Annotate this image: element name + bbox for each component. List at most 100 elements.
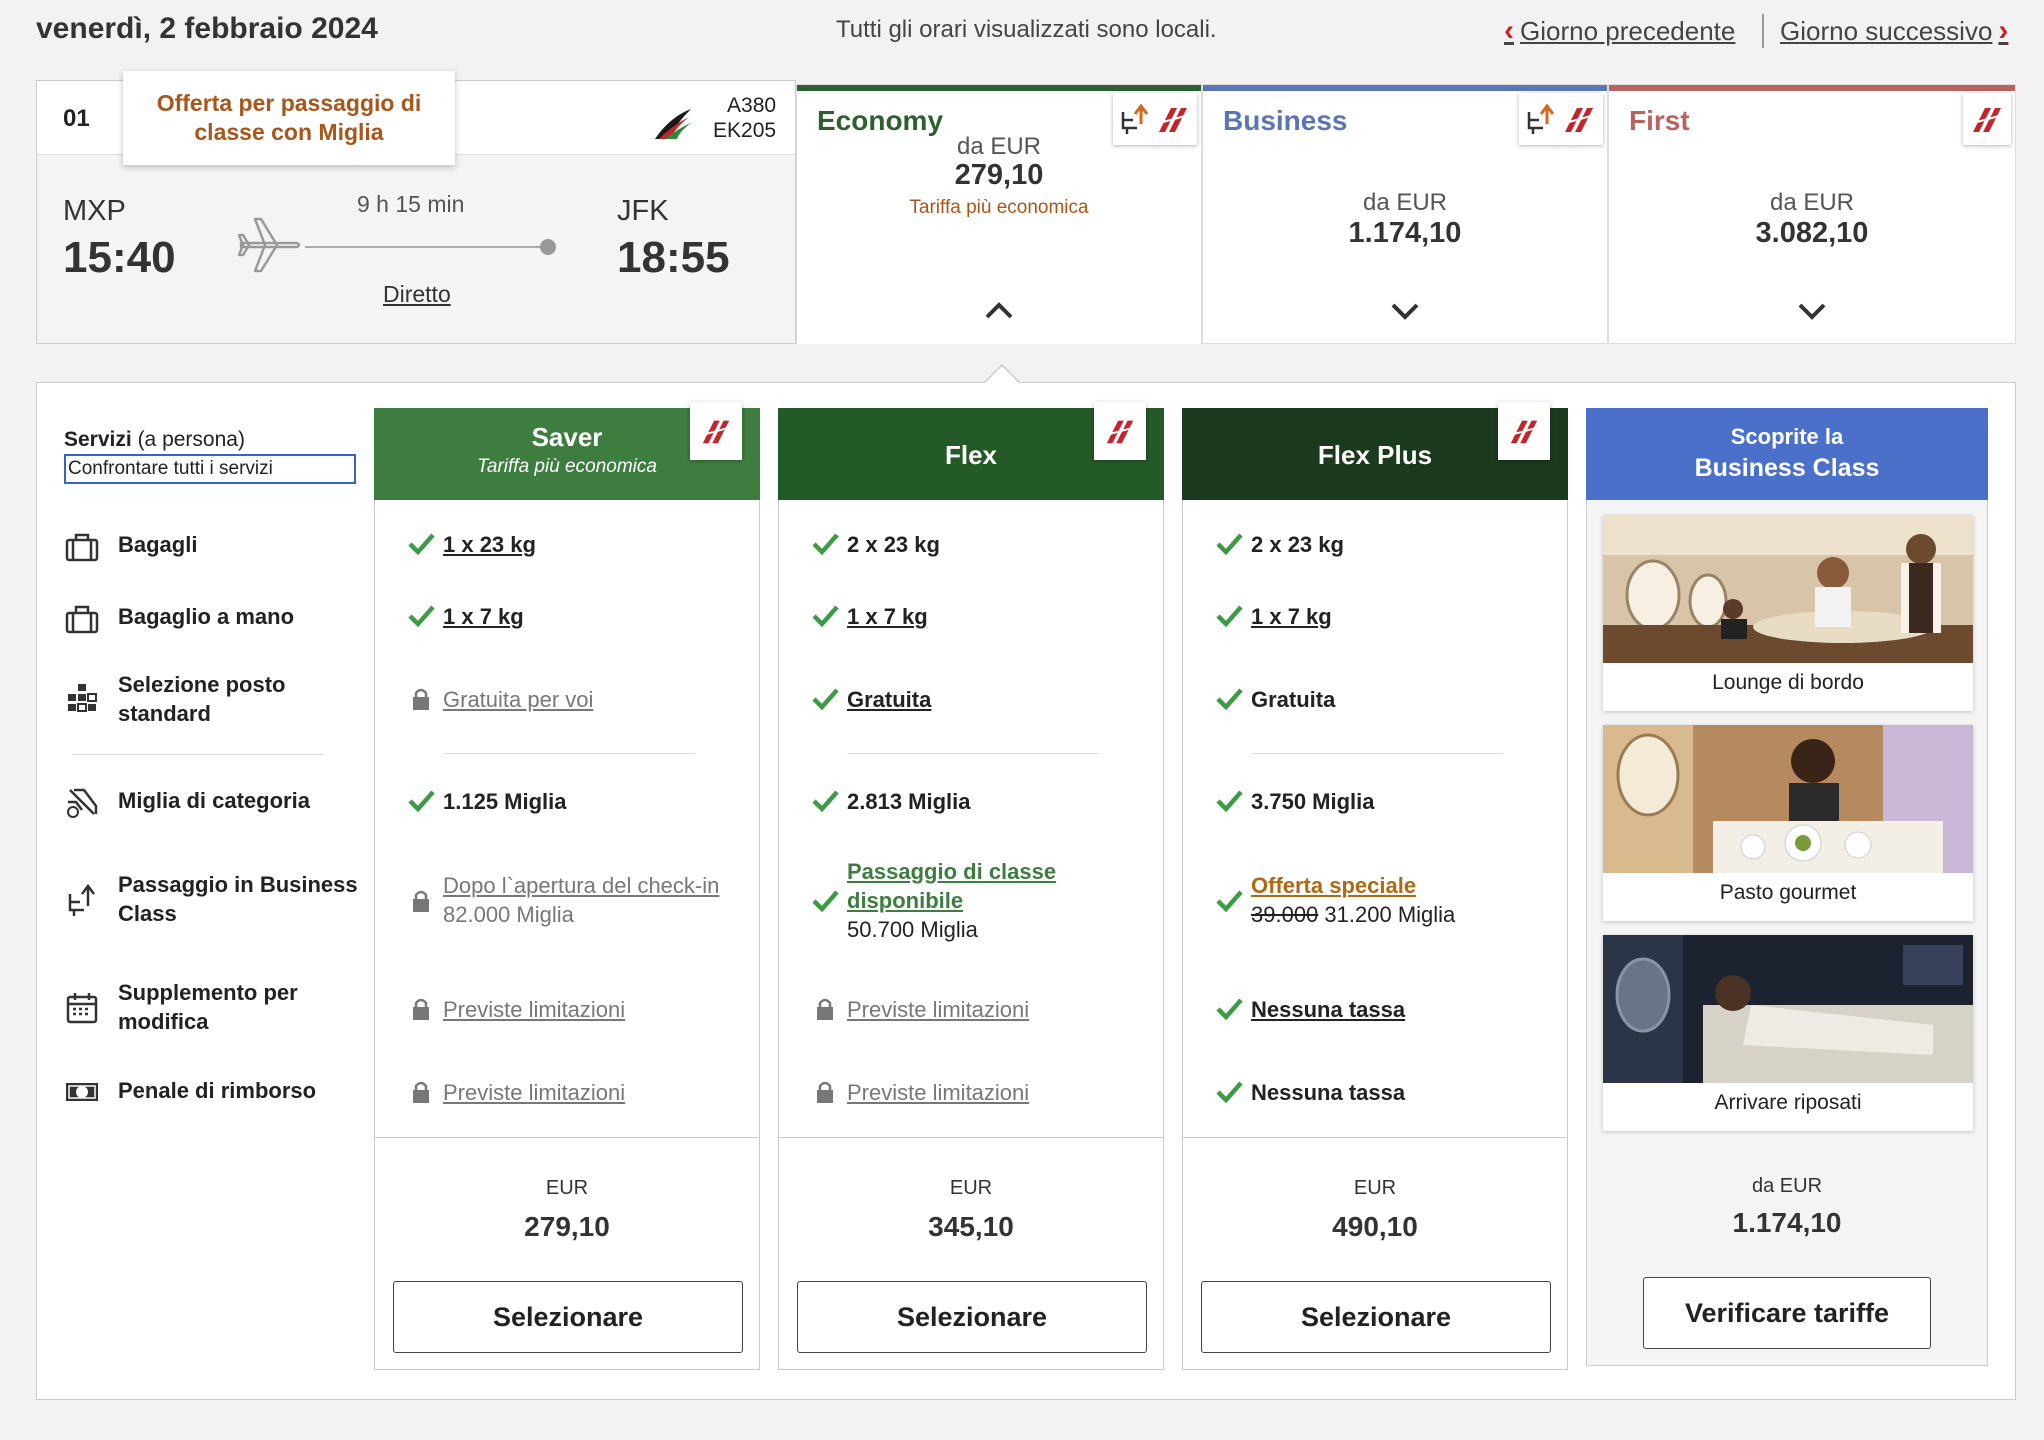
tab-first[interactable]: First da EUR 3.082,10 bbox=[1608, 84, 2016, 344]
miles-value: 1.125 Miglia bbox=[443, 789, 567, 814]
brand-wing-icon bbox=[1565, 108, 1593, 132]
fare-column-flex: Flex 2 x 23 kg 1 x 7 kg Gratuita 2.813 M… bbox=[778, 402, 1164, 1370]
calendar-icon bbox=[66, 993, 98, 1024]
refund-fee-value: Nessuna tassa bbox=[1251, 1080, 1406, 1105]
check-icon bbox=[1216, 890, 1243, 913]
seat-value-link[interactable]: Gratuita bbox=[847, 685, 1157, 714]
class-price: 3.082,10 bbox=[1755, 217, 1869, 249]
fare-currency: EUR bbox=[949, 1177, 993, 1199]
miles-value: 2.813 Miglia bbox=[847, 789, 971, 814]
service-seat-selection: Selezione posto standard bbox=[118, 672, 286, 726]
check-icon bbox=[812, 790, 839, 813]
flight-card: 01 A380 EK205 Offerta per passaggio di c… bbox=[36, 71, 796, 344]
service-refund-fee: Penale di rimborso bbox=[118, 1078, 317, 1103]
baggage-value: 2 x 23 kg bbox=[847, 532, 940, 557]
hand-baggage-value-link[interactable]: 1 x 7 kg bbox=[1251, 602, 1561, 631]
tab-economy[interactable]: Economy da EUR 279,10 Tariffa più econom… bbox=[796, 84, 1202, 344]
class-feature-icons bbox=[1519, 93, 1603, 145]
miles-value: 3.750 Miglia bbox=[1251, 789, 1375, 814]
promo-card-rest[interactable]: Arrivare riposati bbox=[1603, 935, 1973, 1131]
fare-cell-upgrade: Dopo l`apertura del check-in 82.000 Migl… bbox=[407, 871, 747, 931]
services-title-note: (a persona) bbox=[137, 428, 245, 451]
direct-flight-link[interactable]: Diretto bbox=[383, 281, 451, 308]
fare-footer-divider bbox=[375, 1137, 759, 1138]
brand-wing-icon bbox=[702, 420, 730, 444]
page-title: venerdì, 2 febbraio 2024 bbox=[36, 12, 378, 45]
departure-airport: MXP bbox=[63, 195, 126, 227]
compare-all-services-link[interactable]: Confrontare tutti i servizi bbox=[64, 454, 356, 484]
service-business-upgrade: Passaggio in Business Class bbox=[118, 872, 358, 926]
suitcase-icon bbox=[65, 533, 99, 562]
seat-grid-icon bbox=[68, 684, 97, 712]
brand-wing-icon bbox=[1510, 420, 1538, 444]
miles-plane-icon bbox=[67, 788, 98, 818]
check-icon bbox=[408, 790, 435, 813]
lock-icon bbox=[413, 890, 429, 912]
change-fee-link[interactable]: Previste limitazioni bbox=[443, 995, 753, 1024]
route-line bbox=[305, 246, 545, 248]
airplane-icon bbox=[237, 217, 301, 273]
hand-baggage-value-link[interactable]: 1 x 7 kg bbox=[847, 602, 1157, 631]
upgrade-miles: 31.200 Miglia bbox=[1324, 902, 1456, 927]
lock-icon bbox=[413, 688, 429, 710]
gourmet-meal-photo bbox=[1603, 725, 1973, 873]
check-icon bbox=[1216, 688, 1243, 711]
special-offer-link[interactable]: Offerta speciale bbox=[1251, 871, 1561, 900]
chevron-down-icon bbox=[1798, 303, 1826, 320]
nav-divider bbox=[1762, 14, 1764, 48]
resting-passenger-photo bbox=[1603, 935, 1973, 1083]
check-fares-button[interactable]: Verificare tariffe bbox=[1643, 1277, 1931, 1349]
promo-card-lounge[interactable]: Lounge di bordo bbox=[1603, 515, 1973, 711]
check-icon bbox=[812, 890, 839, 913]
arrival-airport: JFK bbox=[617, 195, 669, 227]
service-status-miles: Miglia di categoria bbox=[118, 788, 310, 813]
refund-fee-link[interactable]: Previste limitazioni bbox=[847, 1078, 1157, 1107]
change-fee-link[interactable]: Previste limitazioni bbox=[847, 995, 1157, 1024]
seat-value-link[interactable]: Gratuita per voi bbox=[443, 685, 753, 714]
next-day-label: Giorno successivo bbox=[1780, 15, 1993, 46]
next-day-link[interactable]: Giorno successivo › bbox=[1780, 14, 2008, 48]
baggage-value-link[interactable]: 1 x 23 kg bbox=[443, 530, 753, 559]
arrival-time: 18:55 bbox=[617, 233, 730, 282]
hand-baggage-value-link[interactable]: 1 x 7 kg bbox=[443, 602, 753, 631]
fare-header: Flex bbox=[778, 402, 1164, 500]
upgrade-available-link[interactable]: Passaggio di classe disponibile bbox=[847, 857, 1077, 915]
select-flex-button[interactable]: Selezionare bbox=[797, 1281, 1147, 1353]
fare-header: Saver Tariffa più economica bbox=[374, 402, 760, 500]
select-flex-plus-button[interactable]: Selezionare bbox=[1201, 1281, 1551, 1353]
services-title: Servizi bbox=[64, 428, 132, 451]
lock-icon bbox=[413, 998, 429, 1020]
tab-business[interactable]: Business da EUR 1.174,10 bbox=[1202, 84, 1608, 344]
check-icon bbox=[812, 533, 839, 556]
fare-price: 345,10 bbox=[928, 1211, 1014, 1242]
refund-fee-link[interactable]: Previste limitazioni bbox=[443, 1078, 753, 1107]
upgrade-old-miles: 39.000 bbox=[1251, 902, 1319, 927]
business-class-promo: Scoprite la Business Class Lounge di bor… bbox=[1586, 408, 1988, 1366]
class-price-prefix: da EUR bbox=[1362, 189, 1448, 216]
fare-cell-upgrade: Passaggio di classe disponibile 50.700 M… bbox=[811, 857, 1151, 947]
chevron-left-icon: ‹ bbox=[1504, 14, 1514, 47]
fare-divider bbox=[1251, 753, 1503, 754]
promo-caption: Lounge di bordo bbox=[1712, 671, 1864, 694]
departure-time: 15:40 bbox=[63, 233, 176, 282]
tab-color-bar bbox=[1203, 85, 1607, 91]
promo-card-gourmet[interactable]: Pasto gourmet bbox=[1603, 725, 1973, 921]
route-end-dot bbox=[540, 239, 556, 255]
check-icon bbox=[1216, 790, 1243, 813]
upgrade-seat-icon bbox=[1121, 103, 1149, 134]
lock-icon bbox=[817, 998, 833, 1020]
upgrade-condition-link[interactable]: Dopo l`apertura del check-in bbox=[443, 871, 753, 900]
brand-wing-icon bbox=[1973, 108, 2001, 132]
previous-day-link[interactable]: ‹ Giorno precedente bbox=[1504, 14, 1735, 48]
class-name: Business bbox=[1223, 105, 1348, 136]
fare-currency: EUR bbox=[1353, 1177, 1397, 1199]
fare-brand-badge bbox=[1498, 402, 1550, 460]
promo-header: Scoprite la Business Class bbox=[1586, 408, 1988, 500]
upgrade-miles: 50.700 Miglia bbox=[847, 917, 978, 942]
hand-luggage-icon bbox=[65, 605, 99, 634]
service-baggage: Bagagli bbox=[118, 532, 198, 557]
class-price-prefix: da EUR bbox=[956, 133, 1042, 160]
change-fee-link[interactable]: Nessuna tassa bbox=[1251, 995, 1561, 1024]
check-icon bbox=[1216, 998, 1243, 1021]
select-saver-button[interactable]: Selezionare bbox=[393, 1281, 743, 1353]
